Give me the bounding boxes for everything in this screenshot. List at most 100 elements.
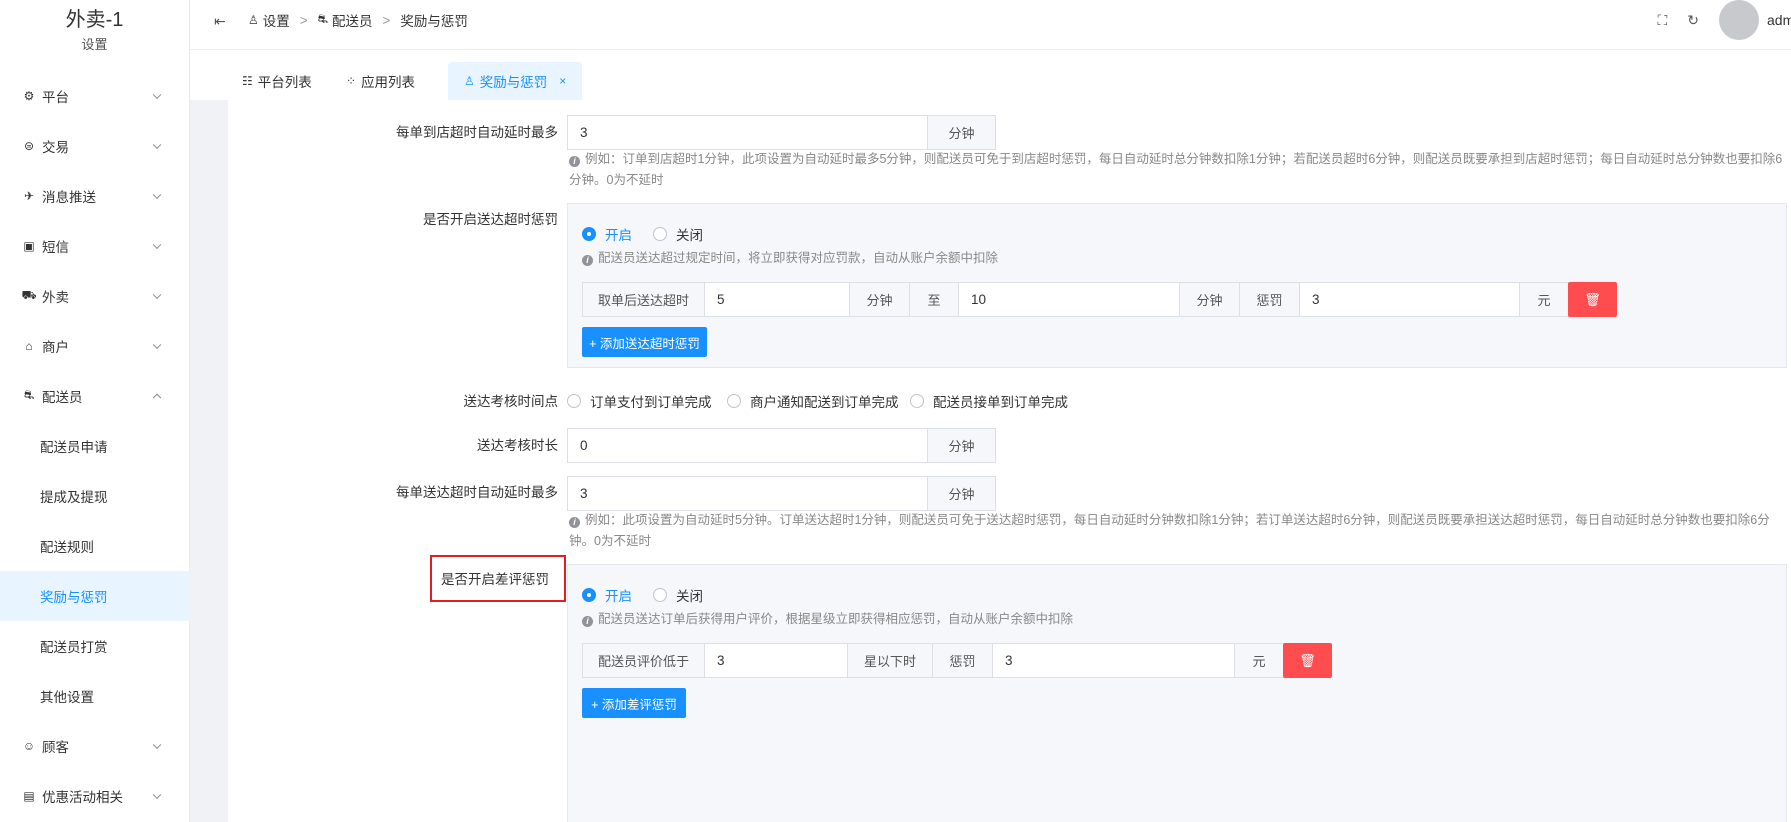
delivery-penalty-label: 是否开启送达超时惩罚 bbox=[423, 212, 558, 227]
chevron-down-icon bbox=[152, 190, 162, 200]
breadcrumb-current: 奖励与惩罚 bbox=[400, 14, 468, 29]
chevron-down-icon bbox=[152, 90, 162, 100]
courier-icon: ⛐ bbox=[317, 12, 329, 26]
store-delay-label: 每单到店超时自动延时最多 bbox=[396, 125, 558, 140]
radio-dot bbox=[910, 394, 924, 408]
bad-review-off-radio[interactable]: 关闭 bbox=[653, 585, 703, 605]
sidebar-item-platform[interactable]: ⚙ 平台 bbox=[0, 71, 190, 121]
tab-app-list[interactable]: ⁘ 应用列表 bbox=[330, 62, 431, 100]
add-timeout-penalty-button[interactable]: + 添加送达超时惩罚 bbox=[582, 327, 707, 357]
add-bad-review-penalty-button[interactable]: + 添加差评惩罚 bbox=[582, 688, 686, 718]
delete-button[interactable]: 🗑 bbox=[1283, 643, 1332, 678]
bad-review-panel: 开启 关闭 i 配送员送达订单后获得用户评价，根据星级立即获得相应惩罚，自动从账户… bbox=[567, 564, 1787, 822]
label-wrap: 每单送达超时自动延时最多 bbox=[228, 481, 558, 501]
gift-icon: ▤ bbox=[23, 789, 35, 803]
label-wrap: 是否开启送达超时惩罚 bbox=[228, 208, 558, 228]
timeout-unit: 分钟 bbox=[849, 282, 910, 317]
sidebar-sub-item[interactable]: 提成及提现 bbox=[0, 471, 190, 521]
delivery-penalty-panel: 开启 关闭 i 配送员送达超过规定时间，将立即获得对应罚款，自动从账户余额中扣除 … bbox=[567, 203, 1787, 368]
sidebar-item-sms[interactable]: ▣ 短信 bbox=[0, 221, 190, 271]
tab-rewards-penalties[interactable]: ♙ 奖励与惩罚 × bbox=[448, 62, 583, 100]
radio-dot bbox=[653, 227, 667, 241]
check-point-option-1[interactable]: 订单支付到订单完成 bbox=[567, 391, 712, 411]
bad-review-tip: i 配送员送达订单后获得用户评价，根据星级立即获得相应惩罚，自动从账户余额中扣除 bbox=[582, 609, 1762, 630]
avatar[interactable] bbox=[1719, 0, 1759, 40]
close-icon[interactable]: × bbox=[559, 74, 566, 88]
timeout-prefix: 取单后送达超时 bbox=[582, 282, 705, 317]
penalty-amount-input[interactable]: 3 bbox=[992, 643, 1235, 678]
sidebar-sub-item[interactable]: 配送员打赏 bbox=[0, 621, 190, 671]
chevron-down-icon bbox=[152, 290, 162, 300]
sidebar-item-trade[interactable]: ⊜ 交易 bbox=[0, 121, 190, 171]
sidebar-item-courier[interactable]: ⛐ 配送员 bbox=[0, 371, 190, 421]
tip-text: 配送员送达超过规定时间，将立即获得对应罚款，自动从账户余额中扣除 bbox=[598, 251, 999, 265]
username[interactable]: admin bbox=[1767, 12, 1791, 28]
radio-label: 订单支付到订单完成 bbox=[590, 395, 712, 410]
trash-icon: 🗑 bbox=[1584, 291, 1601, 307]
delivery-delay-input[interactable]: 3 bbox=[567, 476, 928, 511]
sidebar-item-label: 短信 bbox=[42, 240, 69, 255]
info-icon: i bbox=[569, 517, 580, 528]
delivery-icon: ⛟ bbox=[21, 288, 37, 302]
sidebar-sub-item[interactable]: 其他设置 bbox=[0, 671, 190, 721]
sidebar: 外卖-1 设置 ⚙ 平台 ⊜ 交易 ✈ 消息推送 ▣ 短信 ⛟ 外卖 ⌂ 商户 … bbox=[0, 0, 190, 822]
sidebar-sub-item[interactable]: 配送规则 bbox=[0, 521, 190, 571]
check-point-option-2[interactable]: 商户通知配送到订单完成 bbox=[727, 391, 899, 411]
sidebar-item-push[interactable]: ✈ 消息推送 bbox=[0, 171, 190, 221]
sidebar-sub-item-active[interactable]: 奖励与惩罚 bbox=[0, 571, 190, 621]
breadcrumb: ♙ 设置 > ⛐ 配送员 > 奖励与惩罚 bbox=[248, 0, 468, 40]
rating-prefix: 配送员评价低于 bbox=[582, 643, 705, 678]
sidebar-item-merchant[interactable]: ⌂ 商户 bbox=[0, 321, 190, 371]
sidebar-item-customer[interactable]: ☺ 顾客 bbox=[0, 721, 190, 771]
main-content: 每单到店超时自动延时最多 3 分钟 i 例如：订单到店超时1分钟，此项设置为自动延… bbox=[228, 100, 1791, 822]
bad-review-label: 是否开启差评惩罚 bbox=[441, 572, 549, 587]
tab-platform-list[interactable]: ☷ 平台列表 bbox=[226, 62, 328, 100]
chevron-down-icon bbox=[152, 740, 162, 750]
delete-button[interactable]: 🗑 bbox=[1568, 282, 1617, 317]
chevron-down-icon bbox=[152, 340, 162, 350]
timeout-to-input[interactable]: 10 bbox=[958, 282, 1180, 317]
sidebar-item-label: 顾客 bbox=[42, 740, 69, 755]
user-icon: ♙ bbox=[248, 13, 259, 27]
check-point-option-3[interactable]: 配送员接单到订单完成 bbox=[910, 391, 1068, 411]
radio-label: 开启 bbox=[605, 228, 632, 243]
rating-stars-input[interactable]: 3 bbox=[704, 643, 848, 678]
label-wrap: 每单到店超时自动延时最多 bbox=[228, 121, 558, 141]
gear-icon: ⚙ bbox=[23, 89, 35, 103]
radio-label: 开启 bbox=[605, 589, 632, 604]
trash-icon: 🗑 bbox=[1299, 652, 1316, 668]
list-icon: ☷ bbox=[242, 74, 253, 88]
delivery-delay-tip: i 例如：此项设置为自动延时5分钟。订单送达超时1分钟，则配送员可免于送达超时惩罚… bbox=[569, 510, 1791, 552]
penalty-label: 惩罚 bbox=[1239, 282, 1300, 317]
radio-dot bbox=[727, 394, 741, 408]
sms-icon: ▣ bbox=[23, 239, 35, 253]
breadcrumb-item[interactable]: 配送员 bbox=[332, 10, 373, 30]
check-duration-label: 送达考核时长 bbox=[477, 438, 558, 453]
store-delay-input[interactable]: 3 bbox=[567, 115, 928, 150]
delivery-penalty-off-radio[interactable]: 关闭 bbox=[653, 224, 703, 244]
refresh-icon[interactable]: ↻ bbox=[1687, 12, 1699, 29]
timeout-from-input[interactable]: 5 bbox=[704, 282, 850, 317]
radio-dot bbox=[582, 227, 596, 241]
breadcrumb-item[interactable]: 设置 bbox=[263, 10, 290, 30]
sidebar-item-promotions[interactable]: ▤ 优惠活动相关 bbox=[0, 771, 190, 821]
chevron-up-icon bbox=[152, 393, 162, 403]
delivery-penalty-on-radio[interactable]: 开启 bbox=[582, 224, 632, 244]
bad-review-on-radio[interactable]: 开启 bbox=[582, 585, 632, 605]
timeout-to-label: 至 bbox=[909, 282, 959, 317]
fullscreen-icon[interactable]: ⛶ bbox=[1657, 12, 1667, 29]
label-wrap: 送达考核时长 bbox=[228, 434, 558, 454]
sidebar-sub-item[interactable]: 配送员申请 bbox=[0, 421, 190, 471]
check-duration-input[interactable]: 0 bbox=[567, 428, 928, 463]
penalty-amount-input[interactable]: 3 bbox=[1299, 282, 1520, 317]
tab-bar: ☷ 平台列表 ⁘ 应用列表 ♙ 奖励与惩罚 × bbox=[190, 50, 1791, 100]
chevron-down-icon bbox=[152, 790, 162, 800]
collapse-menu-icon[interactable]: ⇤ bbox=[214, 13, 228, 29]
label-wrap: 送达考核时间点 bbox=[228, 390, 559, 410]
sidebar-item-label: 外卖 bbox=[42, 290, 69, 305]
tab-label: 应用列表 bbox=[361, 75, 416, 90]
radio-label: 配送员接单到订单完成 bbox=[933, 395, 1068, 410]
sidebar-item-takeout[interactable]: ⛟ 外卖 bbox=[0, 271, 190, 321]
sidebar-item-label: 交易 bbox=[42, 140, 69, 155]
breadcrumb-separator: > bbox=[382, 12, 391, 28]
